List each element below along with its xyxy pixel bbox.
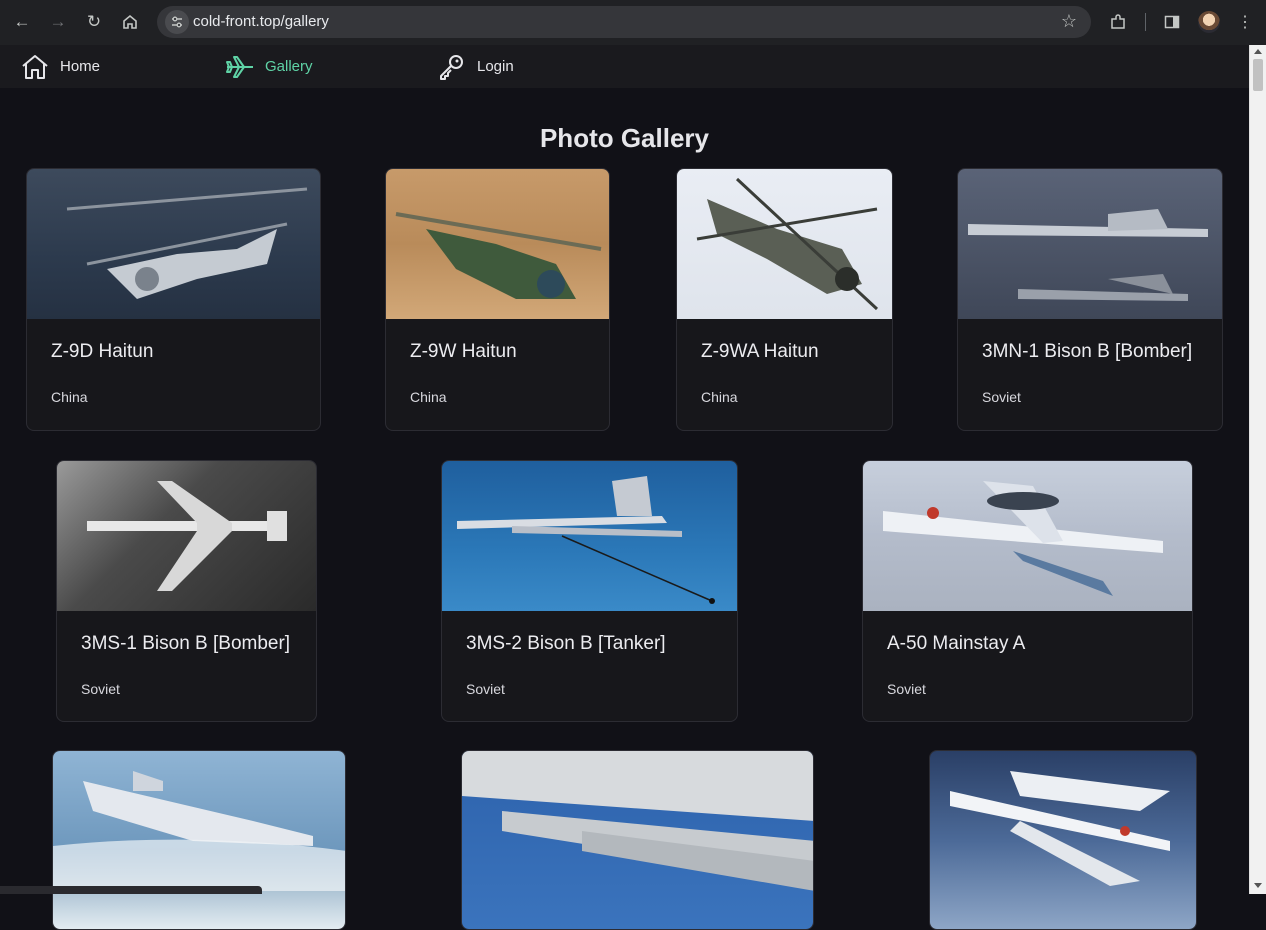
card-origin: Soviet — [466, 681, 505, 697]
reload-icon[interactable]: ↻ — [82, 10, 106, 34]
kebab-menu-icon[interactable]: ⋮ — [1233, 10, 1257, 34]
page-title: Photo Gallery — [539, 123, 710, 153]
profile-avatar[interactable] — [1198, 11, 1220, 33]
card-origin: China — [51, 389, 88, 405]
gallery-card[interactable] — [929, 750, 1197, 930]
side-panel-icon[interactable] — [1160, 10, 1184, 34]
card-origin: China — [410, 389, 447, 405]
site-navbar: Home Gallery Login — [0, 45, 1249, 88]
gallery-card[interactable]: 3MN-1 Bison B [Bomber] Soviet — [957, 168, 1223, 431]
nav-login-label: Login — [477, 58, 514, 75]
airplane-icon — [226, 55, 253, 78]
status-bubble — [0, 886, 262, 894]
aircraft-photo[interactable] — [930, 751, 1196, 929]
aircraft-photo[interactable] — [27, 169, 320, 319]
card-title: Z-9D Haitun — [51, 341, 154, 362]
back-arrow-icon[interactable]: ← — [10, 10, 34, 34]
gallery-card[interactable]: Z-9W Haitun China — [385, 168, 610, 431]
aircraft-photo[interactable] — [958, 169, 1222, 319]
card-origin: Soviet — [81, 681, 120, 697]
forward-arrow-icon[interactable]: → — [46, 10, 70, 34]
scroll-down-arrow-icon[interactable] — [1254, 883, 1262, 888]
card-title: A-50 Mainstay A — [887, 633, 1026, 654]
gallery-card[interactable] — [52, 750, 346, 930]
scrollbar-thumb[interactable] — [1253, 59, 1263, 91]
url-text[interactable]: cold-front.top/gallery — [193, 13, 329, 30]
nav-home-label: Home — [60, 58, 101, 75]
toolbar-divider — [1145, 13, 1146, 31]
nav-gallery-label: Gallery — [265, 58, 313, 75]
aircraft-photo[interactable] — [677, 169, 892, 319]
card-origin: Soviet — [887, 681, 926, 697]
bookmark-star-icon[interactable]: ☆ — [1061, 11, 1077, 32]
aircraft-photo[interactable] — [863, 461, 1192, 611]
card-title: 3MS-1 Bison B [Bomber] — [81, 633, 291, 654]
nav-home[interactable]: Home — [20, 45, 100, 88]
card-origin: Soviet — [982, 389, 1021, 405]
scroll-up-arrow-icon[interactable] — [1254, 49, 1262, 54]
card-origin: China — [701, 389, 738, 405]
extensions-puzzle-icon[interactable] — [1106, 10, 1130, 34]
gallery-card[interactable]: 3MS-1 Bison B [Bomber] Soviet — [56, 460, 317, 722]
browser-toolbar: ← → ↻ cold-front.top/gallery ☆ ⋮ — [0, 0, 1266, 45]
gallery-card[interactable]: Z-9WA Haitun China — [676, 168, 893, 431]
gallery-card[interactable]: A-50 Mainstay A Soviet — [862, 460, 1193, 722]
aircraft-photo[interactable] — [57, 461, 316, 611]
aircraft-photo[interactable] — [442, 461, 737, 611]
browser-home-icon[interactable] — [118, 10, 142, 34]
gallery-card[interactable] — [461, 750, 814, 930]
key-icon — [440, 54, 463, 80]
nav-gallery[interactable]: Gallery — [225, 45, 313, 88]
gallery-card[interactable]: Z-9D Haitun China — [26, 168, 321, 431]
card-title: 3MS-2 Bison B [Tanker] — [466, 633, 666, 654]
aircraft-photo[interactable] — [462, 751, 813, 929]
nav-login[interactable]: Login — [437, 45, 514, 88]
gallery-card[interactable]: 3MS-2 Bison B [Tanker] Soviet — [441, 460, 738, 722]
card-title: Z-9WA Haitun — [701, 341, 819, 362]
aircraft-photo[interactable] — [386, 169, 609, 319]
page-scrollbar[interactable] — [1249, 45, 1266, 894]
address-bar[interactable]: cold-front.top/gallery ☆ — [157, 6, 1091, 38]
card-title: 3MN-1 Bison B [Bomber] — [982, 341, 1193, 362]
aircraft-photo[interactable] — [53, 751, 345, 929]
home-icon — [22, 54, 48, 79]
site-settings-icon[interactable] — [165, 10, 189, 34]
card-title: Z-9W Haitun — [410, 341, 517, 362]
